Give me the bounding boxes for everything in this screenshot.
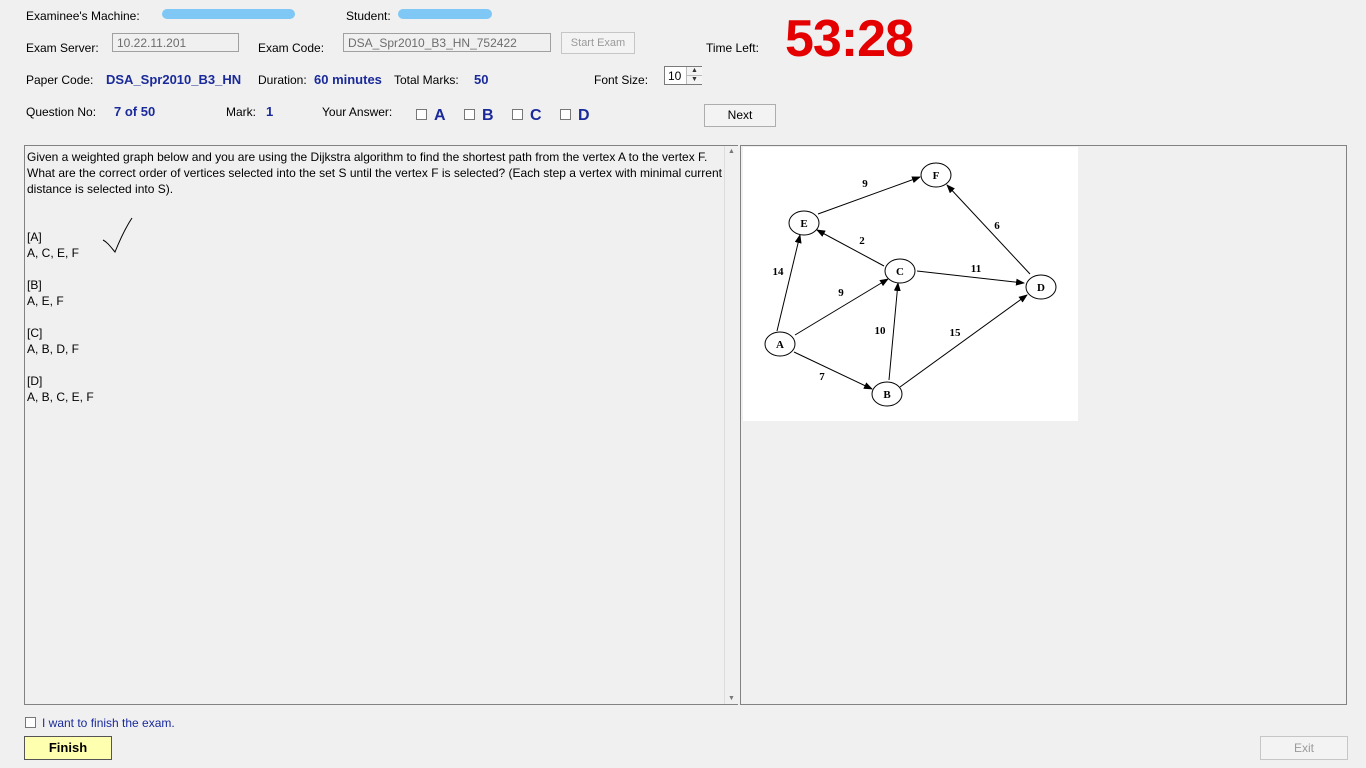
node-c-label: C (896, 266, 904, 278)
finish-confirm-label: I want to finish the exam. (42, 716, 175, 730)
weight-a-e: 14 (773, 266, 785, 278)
answer-text: A, B, D, F (27, 342, 80, 356)
edge-e-f (817, 176, 921, 215)
weight-a-b: 7 (819, 371, 825, 383)
checkbox-d[interactable] (560, 109, 571, 120)
question-no-label: Question No: (26, 105, 97, 119)
start-exam-button[interactable]: Start Exam (561, 32, 635, 54)
option-c-label: C (530, 107, 542, 124)
node-b-label: B (883, 389, 891, 401)
scroll-up-icon[interactable]: ▲ (728, 148, 735, 155)
answer-item-d: [D] A, B, C, E, F (27, 373, 726, 405)
time-left-value: 53:28 (785, 10, 914, 68)
finish-button[interactable]: Finish (24, 736, 112, 760)
exit-button[interactable]: Exit (1260, 736, 1348, 760)
edge-a-e (776, 234, 802, 332)
total-marks-label: Total Marks: (394, 73, 459, 87)
node-d-label: D (1037, 282, 1045, 294)
answer-text: A, E, F (27, 294, 64, 308)
exam-code-label: Exam Code: (258, 41, 325, 55)
finish-confirm-checkbox[interactable] (25, 717, 36, 728)
checkbox-b[interactable] (464, 109, 475, 120)
weight-e-f: 9 (862, 178, 868, 190)
graph-image: A B C D E F 14 9 7 10 15 2 11 9 6 (743, 147, 1078, 421)
node-a-label: A (776, 339, 784, 351)
stepper-down-icon[interactable]: ▼ (686, 76, 702, 84)
weight-b-c: 10 (875, 325, 887, 337)
option-a-label: A (434, 107, 446, 124)
answer-tag: [B] (27, 278, 42, 292)
exam-server-label: Exam Server: (26, 41, 99, 55)
mark-label: Mark: (226, 105, 256, 119)
answer-tag: [D] (27, 374, 43, 388)
weight-c-d: 11 (971, 263, 981, 275)
time-left-label: Time Left: (706, 41, 759, 55)
scroll-down-icon[interactable]: ▼ (728, 695, 735, 702)
font-size-label: Font Size: (594, 73, 649, 87)
answer-text: A, B, C, E, F (27, 390, 94, 404)
font-size-value: 10 (668, 69, 682, 83)
edge-a-b (793, 351, 873, 390)
edge-b-d (899, 294, 1028, 388)
edge-c-e (816, 229, 885, 267)
total-marks-value: 50 (474, 72, 489, 87)
node-e-label: E (800, 218, 807, 230)
answer-tag: [C] (27, 326, 43, 340)
duration-label: Duration: (258, 73, 307, 87)
answer-item-b: [B] A, E, F (27, 277, 726, 309)
edge-d-f (946, 184, 1031, 275)
node-f-label: F (933, 170, 940, 182)
question-no-value: 7 of 50 (114, 104, 156, 119)
weight-d-f: 6 (994, 220, 1000, 232)
weight-c-e: 2 (859, 235, 865, 247)
answer-item-c: [C] A, B, D, F (27, 325, 726, 357)
paper-code-value: DSA_Spr2010_B3_HN (106, 72, 242, 87)
student-value-redacted (398, 9, 492, 19)
option-d-label: D (578, 107, 590, 124)
question-scrollbar[interactable]: ▲ ▼ (724, 146, 739, 704)
student-label: Student: (346, 9, 391, 23)
paper-code-label: Paper Code: (26, 73, 94, 87)
edge-b-c (888, 282, 901, 381)
question-text: Given a weighted graph below and you are… (27, 150, 722, 196)
checkbox-a[interactable] (416, 109, 427, 120)
examinee-machine-label: Examinee's Machine: (26, 9, 140, 23)
exam-code-field[interactable]: DSA_Spr2010_B3_HN_752422 (343, 33, 551, 52)
examinee-machine-value-redacted (162, 9, 295, 19)
exam-server-field[interactable]: 10.22.11.201 (112, 33, 239, 52)
font-size-stepper[interactable]: 10 ▲ ▼ (664, 66, 702, 85)
mark-value: 1 (266, 104, 274, 119)
weighted-graph-diagram: A B C D E F 14 9 7 10 15 2 11 9 6 (764, 162, 1057, 407)
option-b-label: B (482, 107, 494, 124)
duration-value: 60 minutes (314, 72, 382, 87)
checkbox-c[interactable] (512, 109, 523, 120)
weight-a-c: 9 (838, 287, 844, 299)
weight-b-d: 15 (950, 327, 962, 339)
next-button[interactable]: Next (704, 104, 776, 127)
checkmark-annotation-icon (102, 217, 133, 253)
your-answer-label: Your Answer: (322, 105, 393, 119)
stepper-up-icon[interactable]: ▲ (686, 67, 702, 76)
